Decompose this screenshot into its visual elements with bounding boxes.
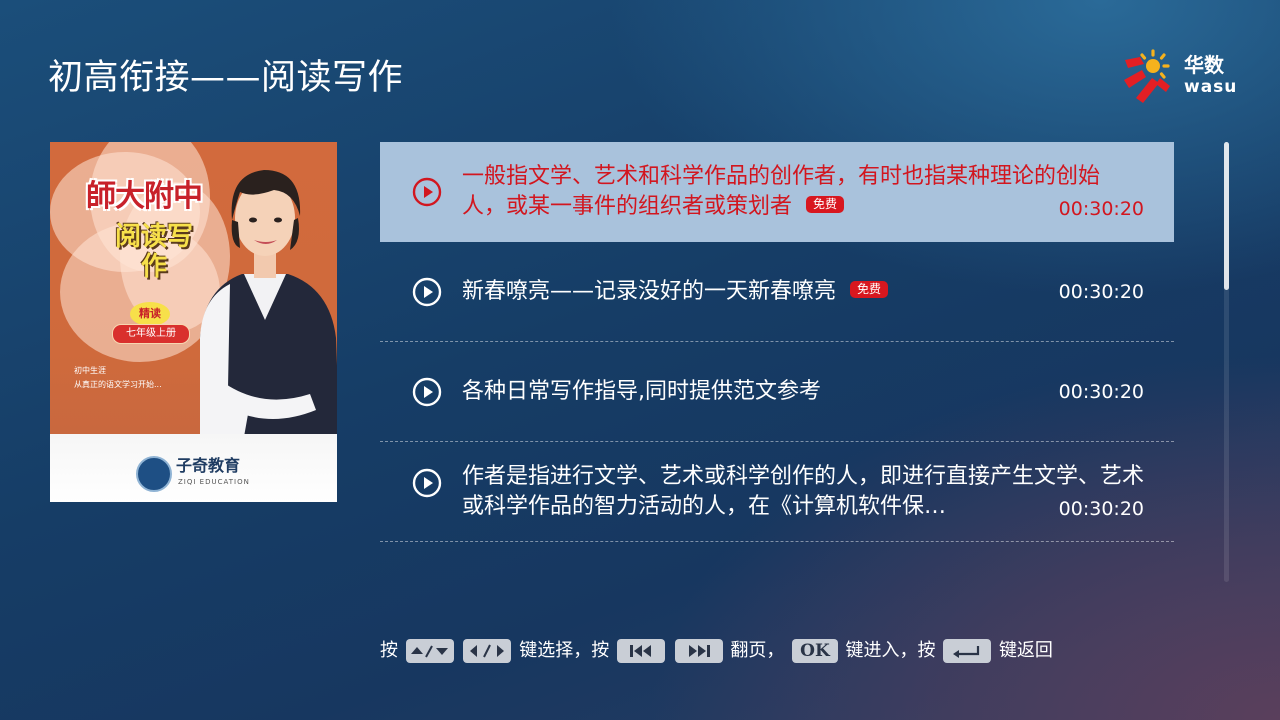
- hint-text-press: 按: [380, 640, 398, 661]
- episode-title: 一般指文学、艺术和科学作品的创作者，有时也指某种理论的创始人，或某一事件的组织者…: [462, 162, 1142, 222]
- publisher-brand: 子奇教育 ZIQI EDUCATION: [136, 456, 266, 492]
- hint-text-select: 键选择，按: [519, 640, 610, 661]
- play-icon: [412, 468, 442, 498]
- episode-title: 新春嘹亮——记录没好的一天新春嘹亮 免费: [462, 277, 1042, 307]
- prev-page-key-icon: [616, 639, 665, 663]
- hint-text-page: 翻页，: [730, 640, 785, 661]
- logo-text-cn: 华数: [1184, 53, 1224, 77]
- cover-title-top: 師大附中: [86, 179, 203, 214]
- episode-list: 一般指文学、艺术和科学作品的创作者，有时也指某种理论的创始人，或某一事件的组织者…: [380, 142, 1174, 542]
- page-title: 初高衔接——阅读写作: [48, 58, 404, 98]
- cover-seal-label: 精读: [130, 302, 170, 326]
- wasu-logo: 华数 wasu: [1122, 48, 1238, 106]
- play-icon: [412, 277, 442, 306]
- cover-title-main: 阅读写作: [114, 222, 193, 282]
- episode-item[interactable]: 新春嘹亮——记录没好的一天新春嘹亮 免费 00:30:20: [380, 242, 1174, 342]
- hint-text-enter: 键进入，按: [845, 640, 936, 661]
- cover-note: 初中生涯 从真正的语文学习开始...: [74, 364, 234, 392]
- play-icon: [412, 177, 442, 206]
- publisher-name: 子奇教育: [176, 456, 241, 475]
- publisher-emblem-icon: [136, 456, 172, 492]
- list-scrollbar[interactable]: [1224, 142, 1229, 582]
- episode-duration: 00:30:20: [1058, 198, 1144, 220]
- episode-item[interactable]: 一般指文学、艺术和科学作品的创作者，有时也指某种理论的创始人，或某一事件的组织者…: [380, 142, 1174, 242]
- remote-hint: 按 键选择，按 翻页， OK 键进入，按 键返回: [380, 637, 1053, 665]
- hint-text-back: 键返回: [998, 640, 1053, 661]
- free-badge: 免费: [806, 196, 845, 213]
- play-icon: [412, 377, 442, 406]
- episode-title-text: 一般指文学、艺术和科学作品的创作者，有时也指某种理论的创始人，或某一事件的组织者…: [462, 163, 1101, 219]
- cover-seal: 精读 七年级上册: [112, 302, 190, 350]
- episode-duration: 00:30:20: [1058, 498, 1144, 520]
- publisher-name-en: ZIQI EDUCATION: [178, 478, 250, 486]
- free-badge: 免费: [850, 281, 889, 298]
- episode-duration: 00:30:20: [1058, 280, 1144, 303]
- episode-duration: 00:30:20: [1058, 380, 1144, 403]
- next-page-key-icon: [674, 639, 723, 663]
- episode-title: 作者是指进行文学、艺术或科学创作的人，即进行直接产生文学、艺术或科学作品的智力活…: [462, 463, 1145, 519]
- cover-note-line: 初中生涯: [74, 366, 106, 375]
- wasu-logo-icon: [1124, 49, 1170, 103]
- back-key-icon: [943, 639, 992, 663]
- cover-grade: 七年级上册: [112, 324, 190, 344]
- cover-note-line: 从真正的语文学习开始...: [74, 380, 162, 389]
- logo-text-en: wasu: [1184, 77, 1238, 97]
- episode-title-text: 新春嘹亮——记录没好的一天新春嘹亮: [462, 278, 837, 304]
- episode-title: 各种日常写作指导,同时提供范文参考: [462, 378, 821, 404]
- up-down-key-icon: [405, 639, 454, 663]
- list-scrollbar-thumb[interactable]: [1224, 142, 1229, 290]
- ok-key-icon: OK: [792, 639, 838, 663]
- course-cover: 師大附中 阅读写作 精读 七年级上册 初中生涯 从真正的语文学习开始... 子奇…: [50, 142, 337, 502]
- episode-item[interactable]: 作者是指进行文学、艺术或科学创作的人，即进行直接产生文学、艺术或科学作品的智力活…: [380, 442, 1174, 542]
- episode-item[interactable]: 各种日常写作指导,同时提供范文参考 00:30:20: [380, 342, 1174, 442]
- left-right-key-icon: [463, 639, 512, 663]
